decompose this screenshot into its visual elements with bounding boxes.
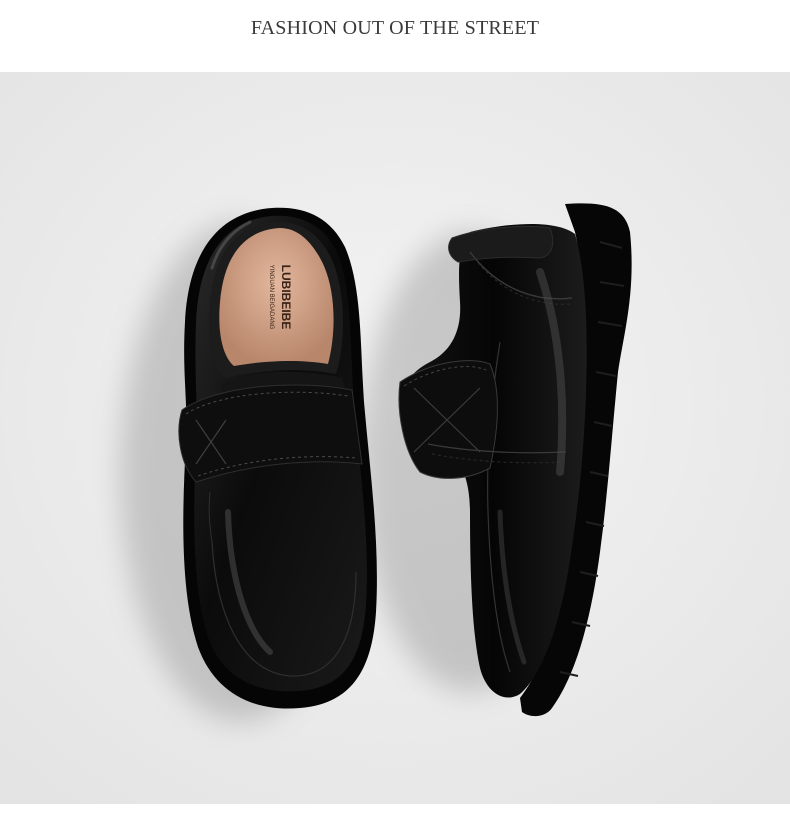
insole-label: LUBIBEIBE YINGUAN BEIGADANG <box>268 265 293 330</box>
shoes-illustration: LUBIBEIBE YINGUAN BEIGADANG <box>0 72 790 804</box>
page-title: FASHION OUT OF THE STREET <box>250 17 540 39</box>
insole-brand: LUBIBEIBE <box>279 265 293 330</box>
insole-sub: YINGUAN BEIGADANG <box>268 265 274 330</box>
header: FASHION OUT OF THE STREET <box>0 0 790 72</box>
bottom-strip <box>0 804 790 818</box>
product-photo: LUBIBEIBE YINGUAN BEIGADANG <box>0 72 790 804</box>
left-shoe: LUBIBEIBE YINGUAN BEIGADANG <box>178 207 377 709</box>
